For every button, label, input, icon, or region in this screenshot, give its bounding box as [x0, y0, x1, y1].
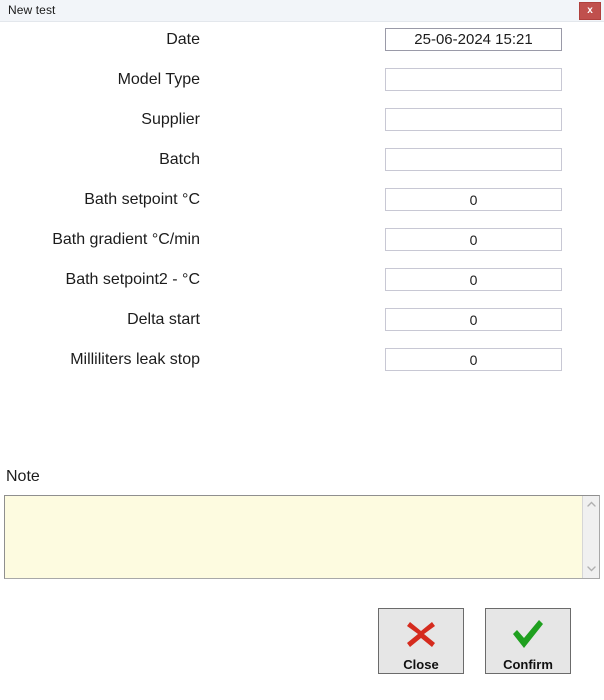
- form-input-date[interactable]: [385, 28, 562, 51]
- form-label: Bath setpoint °C: [84, 191, 200, 208]
- close-icon[interactable]: x: [579, 2, 601, 20]
- chevron-down-icon[interactable]: [583, 561, 599, 578]
- form-input-supplier[interactable]: [385, 108, 562, 131]
- form-label: Bath setpoint2 - °C: [65, 271, 200, 288]
- note-scrollbar[interactable]: [582, 496, 599, 578]
- form-row: Bath gradient °C/min: [0, 222, 604, 262]
- form-input-bath-setpoint2-c[interactable]: [385, 268, 562, 291]
- form-input-batch[interactable]: [385, 148, 562, 171]
- note-label: Note: [6, 468, 40, 485]
- form-input-bath-setpoint-c[interactable]: [385, 188, 562, 211]
- form-label: Milliliters leak stop: [70, 351, 200, 368]
- form-row: Model Type: [0, 62, 604, 102]
- form-row: Supplier: [0, 102, 604, 142]
- red-cross-icon: [379, 611, 463, 657]
- form-input-bath-gradient-c-min[interactable]: [385, 228, 562, 251]
- form-row: Batch: [0, 142, 604, 182]
- note-textarea[interactable]: [5, 496, 582, 578]
- confirm-button[interactable]: Confirm: [485, 608, 571, 674]
- close-button[interactable]: Close: [378, 608, 464, 674]
- form-label: Date: [166, 31, 200, 48]
- form-input-delta-start[interactable]: [385, 308, 562, 331]
- form-row: Bath setpoint °C: [0, 182, 604, 222]
- close-button-label: Close: [403, 656, 439, 672]
- form-input-model-type[interactable]: [385, 68, 562, 91]
- green-check-icon: [486, 611, 570, 657]
- form-label: Delta start: [127, 311, 200, 328]
- note-field-container: [4, 495, 600, 579]
- form-label: Model Type: [117, 71, 200, 88]
- form-row: Delta start: [0, 302, 604, 342]
- window-title: New test: [8, 3, 56, 17]
- form-row: Bath setpoint2 - °C: [0, 262, 604, 302]
- form-label: Supplier: [141, 111, 200, 128]
- form-input-milliliters-leak-stop[interactable]: [385, 348, 562, 371]
- form-label: Batch: [159, 151, 200, 168]
- form-row: Date: [0, 22, 604, 62]
- test-form: Date Model Type Supplier Batch Bath setpoint…: [0, 22, 604, 382]
- chevron-up-icon[interactable]: [583, 496, 599, 513]
- form-row: Milliliters leak stop: [0, 342, 604, 382]
- window-titlebar: New test x: [0, 0, 604, 22]
- form-label: Bath gradient °C/min: [52, 231, 200, 248]
- confirm-button-label: Confirm: [503, 656, 553, 672]
